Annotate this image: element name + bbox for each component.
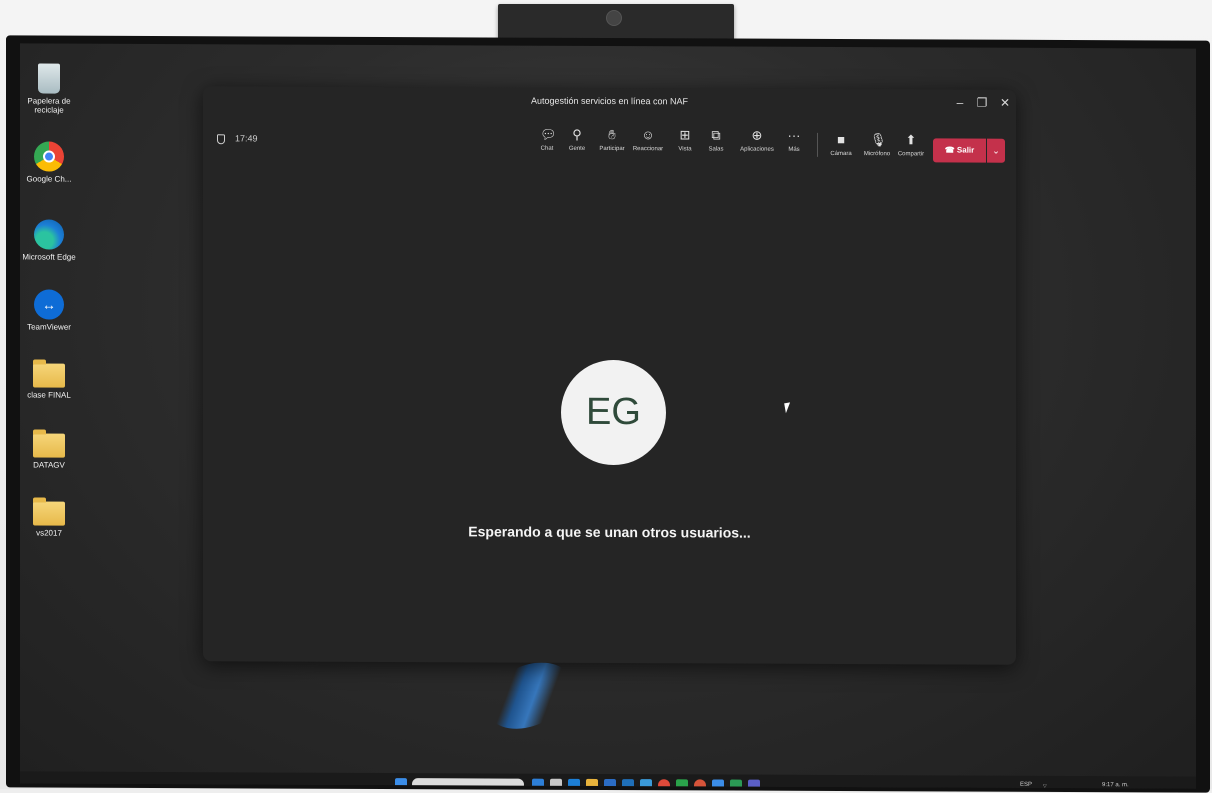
view-icon: ⊞ (679, 127, 691, 143)
leave-button[interactable]: ☎ Salir (933, 138, 986, 163)
leave-options-button[interactable]: ⌄ (987, 138, 1005, 163)
taskbar-app-icon[interactable] (694, 779, 706, 789)
chat-label: Chat (540, 145, 554, 152)
desktop-icon-vs2017[interactable]: vs2017 (20, 497, 78, 538)
folder-icon (33, 363, 65, 388)
chevron-down-icon: ⌄ (992, 145, 1000, 156)
desktop-icon-clase-final[interactable]: clase FINAL (20, 359, 78, 400)
recycle-bin-icon (38, 63, 60, 94)
folder-icon (33, 433, 65, 458)
desktop-icon-label: Microsoft Edge (22, 252, 76, 262)
raise-hand-label: Participar (599, 145, 625, 153)
mic-muted-icon: 🎙︎ (870, 132, 887, 148)
desktop-icon-edge[interactable]: Microsoft Edge (20, 219, 78, 262)
participant-avatar: EG (561, 359, 666, 466)
shield-icon (217, 133, 225, 144)
desktop-icon-label: vs2017 (36, 528, 62, 538)
desktop-icon-label: Papelera de reciclaje (27, 96, 71, 115)
desktop-icon-label: DATAGV (33, 460, 65, 470)
more-icon: ··· (787, 127, 801, 143)
taskbar-app-icon[interactable] (640, 779, 652, 789)
teamviewer-icon: ↔ (34, 289, 64, 320)
camera-label: Cámara (830, 150, 852, 158)
taskbar-explorer-icon[interactable] (586, 778, 598, 789)
widgets-icon[interactable] (550, 778, 562, 789)
share-icon: ⬆ (905, 132, 917, 148)
meeting-title: Autogestión servicios en línea con NAF (530, 95, 689, 107)
taskbar-edge-icon[interactable] (568, 778, 580, 789)
meeting-window: Autogestión servicios en línea con NAF –… (203, 86, 1016, 665)
meeting-timer: 17:49 (217, 133, 258, 144)
title-bar: Autogestión servicios en línea con NAF –… (203, 86, 1016, 114)
more-button[interactable]: ··· Más (770, 127, 818, 154)
apps-icon: ⊕ (751, 127, 763, 143)
network-icon[interactable]: ⌔ (1042, 782, 1048, 789)
close-button[interactable]: ✕ (996, 96, 1014, 110)
monitor: Papelera de reciclaje Google Ch... Micro… (6, 35, 1210, 793)
rooms-label: Salas (708, 146, 724, 153)
task-view-icon[interactable] (532, 778, 544, 789)
view-label: Vista (678, 146, 692, 153)
edge-icon (34, 219, 64, 250)
rooms-icon: ⧉ (711, 127, 721, 143)
desktop-icon-chrome[interactable]: Google Ch... (20, 141, 78, 184)
folder-icon (33, 501, 65, 526)
phone-icon: ☎ (944, 145, 957, 155)
taskbar-app-icon[interactable] (712, 779, 724, 789)
apps-label: Aplicaciones (740, 146, 774, 153)
taskbar-teams-icon[interactable] (748, 779, 760, 789)
screen: Papelera de reciclaje Google Ch... Micro… (20, 43, 1196, 789)
desktop-icon-label: clase FINAL (27, 390, 71, 400)
maximize-button[interactable]: ❐ (973, 96, 991, 110)
taskbar: ESP ⌔ 9:17 a. m. (20, 771, 1196, 789)
mouse-cursor (784, 402, 792, 414)
raise-hand-icon: ✋︎ (608, 127, 616, 143)
clock[interactable]: 9:17 a. m. (1102, 782, 1129, 788)
chat-icon: 💬︎ (540, 126, 557, 142)
desktop-icon-label: TeamViewer (27, 322, 71, 332)
chrome-icon (34, 141, 64, 172)
minimize-button[interactable]: – (951, 95, 969, 110)
taskbar-app-icon[interactable] (622, 779, 634, 789)
taskbar-app-icon[interactable] (676, 779, 688, 789)
leave-label: Salir (956, 145, 975, 155)
taskbar-store-icon[interactable] (604, 778, 616, 789)
emoji-icon: ☺ (641, 127, 655, 143)
waiting-message: Esperando a que se unan otros usuarios..… (468, 523, 751, 541)
elapsed-time: 17:49 (235, 133, 258, 144)
share-label: Compartir (897, 151, 925, 158)
taskbar-chrome-icon[interactable] (658, 779, 670, 789)
react-label: Reaccionar (632, 146, 664, 153)
language-indicator[interactable]: ESP (1020, 782, 1032, 788)
desktop-icon-datagv[interactable]: DATAGV (20, 429, 78, 470)
webcam-lens (606, 10, 622, 26)
wallpaper-swirl (475, 649, 583, 742)
more-label: Más (788, 146, 800, 153)
people-icon: ⚲ (572, 126, 582, 142)
desktop-icon-recycle-bin[interactable]: Papelera de reciclaje (20, 63, 78, 115)
desktop-icon-label: Google Ch... (26, 174, 72, 184)
taskbar-app-icon[interactable] (730, 779, 742, 789)
share-button[interactable]: ⬆ Compartir (887, 132, 935, 158)
desktop-icon-teamviewer[interactable]: ↔ TeamViewer (20, 289, 78, 332)
start-icon[interactable] (395, 778, 407, 789)
taskbar-search[interactable] (412, 778, 524, 789)
people-label: Gente (568, 145, 586, 152)
camera-icon: ■ (837, 131, 845, 148)
